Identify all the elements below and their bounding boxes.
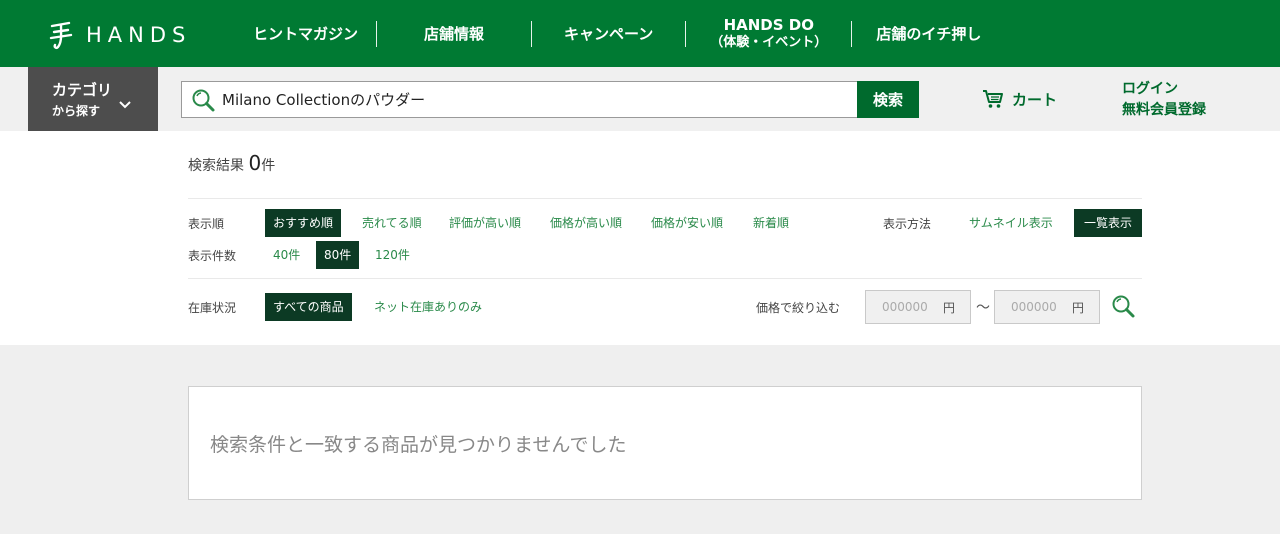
per-page-120[interactable]: 120件 (367, 241, 418, 269)
price-min-input[interactable]: 000000 円 (865, 290, 971, 324)
nav-divider (685, 20, 687, 47)
sort-price-high[interactable]: 価格が高い順 (542, 209, 630, 237)
stock-all[interactable]: すべての商品 (265, 293, 352, 321)
per-page-40[interactable]: 40件 (265, 241, 308, 269)
nav-hands-do[interactable]: HANDS DO （体験・イベント） (686, 16, 851, 52)
chevron-down-icon (119, 101, 131, 109)
brand-name: HANDS (86, 23, 192, 47)
global-nav: ヒントマガジン 店舗情報 キャンペーン HANDS DO （体験・イベント） 店… (235, 0, 1005, 67)
login-link[interactable]: ログイン (1122, 79, 1206, 100)
view-list[interactable]: 一覧表示 (1074, 209, 1142, 237)
per-page-label: 表示件数 (188, 249, 237, 263)
nav-divider (851, 20, 853, 47)
cart-link[interactable]: カート (982, 88, 1057, 110)
hands-kanji-logo-icon (49, 21, 73, 50)
divider (188, 278, 1142, 279)
price-search-icon[interactable] (1110, 293, 1136, 319)
global-header: HANDS ヒントマガジン 店舗情報 キャンペーン HANDS DO （体験・イ… (0, 0, 1280, 67)
search-input[interactable] (222, 90, 842, 109)
nav-campaign[interactable]: キャンペーン (532, 25, 685, 43)
search-button[interactable]: 検索 (857, 81, 919, 118)
view-label: 表示方法 (883, 217, 932, 231)
auth-links: ログイン 無料会員登録 (1122, 79, 1206, 121)
search-bar-area: カテゴリ から探す 検索 カート ログイン 無料会員登録 (0, 67, 1280, 131)
view-thumbnail[interactable]: サムネイル表示 (961, 209, 1061, 237)
cart-label: カート (1012, 90, 1058, 109)
result-count: 検索結果 0件 (188, 151, 276, 175)
per-page-80[interactable]: 80件 (316, 241, 360, 269)
divider (188, 198, 1142, 199)
search-field (181, 81, 858, 118)
nav-divider (531, 20, 533, 47)
category-label: カテゴリ (52, 81, 113, 99)
sort-recommended[interactable]: おすすめ順 (265, 209, 342, 237)
price-max-input[interactable]: 000000 円 (994, 290, 1100, 324)
category-sublabel: から探す (52, 104, 101, 118)
cart-icon (983, 90, 1003, 108)
search-icon (192, 89, 215, 111)
nav-store-picks[interactable]: 店舗のイチ押し (852, 25, 1005, 43)
nav-divider (376, 20, 378, 47)
stock-online-only[interactable]: ネット在庫ありのみ (366, 293, 490, 321)
nav-store-info[interactable]: 店舗情報 (377, 25, 531, 43)
hands-logo[interactable]: HANDS (48, 20, 191, 50)
price-filter-label: 価格で絞り込む (756, 301, 841, 315)
nav-hint-magazine[interactable]: ヒントマガジン (235, 25, 376, 43)
sort-price-low[interactable]: 価格が安い順 (643, 209, 731, 237)
price-separator: ～ (976, 300, 990, 316)
no-results-notice: 検索条件と一致する商品が見つかりませんでした (188, 386, 1142, 500)
stock-label: 在庫状況 (188, 301, 237, 315)
category-button[interactable]: カテゴリ から探す (28, 67, 158, 131)
sort-newest[interactable]: 新着順 (745, 209, 797, 237)
sort-best-selling[interactable]: 売れてる順 (354, 209, 430, 237)
register-link[interactable]: 無料会員登録 (1122, 100, 1206, 121)
sort-highest-rated[interactable]: 評価が高い順 (441, 209, 529, 237)
no-results-message: 検索条件と一致する商品が見つかりませんでした (210, 434, 627, 456)
sort-label: 表示順 (188, 217, 225, 231)
search-controls-panel: 検索結果 0件 表示順 おすすめ順 売れてる順 評価が高い順 価格が高い順 価格… (0, 131, 1280, 345)
